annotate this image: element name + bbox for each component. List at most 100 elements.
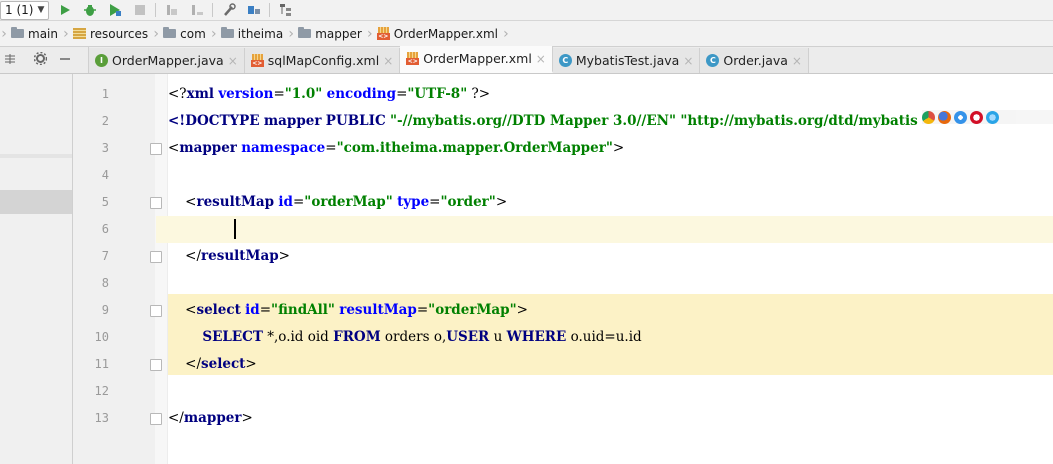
opera-icon[interactable] (970, 110, 983, 124)
debug-icon[interactable] (81, 1, 99, 19)
close-icon[interactable]: × (383, 54, 393, 68)
breadcrumb-item-main[interactable]: main (11, 21, 62, 46)
line-number: 10 (94, 330, 109, 344)
wrench-icon[interactable] (220, 1, 238, 19)
deploy-icon[interactable] (188, 1, 206, 19)
breadcrumb-separator: › (1, 25, 7, 42)
test-class-icon: C (558, 54, 572, 67)
main-toolbar: 1 (1) ▼ (0, 0, 1053, 21)
close-icon[interactable]: × (792, 54, 802, 68)
fold-toggle-icon[interactable] (150, 413, 162, 425)
structure-icon[interactable] (245, 1, 263, 19)
folder-icon (220, 27, 234, 38)
breadcrumb-separator: › (210, 25, 217, 42)
fold-gutter (155, 74, 168, 464)
code-line-11: </select> (185, 356, 257, 372)
breadcrumb-item-resources[interactable]: resources (72, 21, 152, 46)
text-cursor (234, 219, 236, 239)
line-number: 5 (101, 195, 109, 209)
close-icon[interactable]: × (536, 52, 546, 66)
chrome-icon[interactable] (922, 110, 935, 124)
code-line-13: </mapper> (168, 410, 253, 426)
toolbar-divider (269, 3, 271, 17)
fold-toggle-icon[interactable] (150, 143, 162, 155)
tab-mybatistest-java[interactable]: C MybatisTest.java × (552, 48, 701, 73)
close-icon[interactable]: × (683, 54, 693, 68)
breadcrumb-separator: › (63, 25, 69, 42)
breadcrumb-label: main (28, 26, 58, 41)
resources-folder-icon (72, 28, 86, 39)
line-number: 4 (101, 168, 109, 182)
xml-file-icon: <> (406, 52, 420, 65)
breadcrumb-separator: › (153, 25, 159, 42)
breadcrumb-label: mapper (315, 26, 362, 41)
folder-icon (298, 27, 312, 38)
line-number: 9 (101, 303, 109, 317)
code-line-9: <select id="findAll" resultMap="orderMap… (185, 302, 528, 318)
breadcrumb-item-com[interactable]: com (163, 21, 210, 46)
project-tree-row[interactable] (0, 154, 72, 158)
tab-label: OrderMapper.xml (423, 51, 532, 66)
code-line-10: SELECT *,o.id oid FROM orders o,USER u W… (202, 329, 642, 345)
project-panel (0, 74, 73, 464)
line-number: 11 (94, 357, 109, 371)
safari-icon[interactable] (954, 110, 967, 124)
fold-toggle-icon[interactable] (150, 251, 162, 263)
current-line-highlight (156, 216, 1053, 243)
tab-sqlmapconfig-xml[interactable]: <> sqlMapConfig.xml × (244, 48, 401, 73)
tab-label: OrderMapper.java (112, 53, 224, 68)
code-line-2: <!DOCTYPE mapper PUBLIC "-//mybatis.org/… (168, 113, 918, 129)
tab-ordermapper-xml[interactable]: <> OrderMapper.xml × (400, 46, 553, 73)
line-number: 7 (101, 249, 109, 263)
xml-file-icon: <> (250, 54, 264, 67)
breadcrumb-separator: › (366, 25, 373, 42)
editor-tabs-bar: I OrderMapper.java × <> sqlMapConfig.xml… (0, 46, 1053, 74)
project-panel-tools (0, 47, 89, 73)
tab-label: sqlMapConfig.xml (267, 53, 380, 68)
coverage-icon[interactable] (106, 1, 124, 19)
stop-icon[interactable] (131, 1, 149, 19)
fold-toggle-icon[interactable] (150, 305, 162, 317)
folder-icon (11, 27, 24, 38)
close-icon[interactable]: × (228, 54, 238, 68)
line-number: 12 (94, 384, 109, 398)
breadcrumb-item-ordermapper-xml[interactable]: <> OrderMapper.xml (376, 21, 502, 46)
run-config-select[interactable]: 1 (1) ▼ (0, 0, 50, 20)
tab-ordermapper-java[interactable]: I OrderMapper.java × (89, 48, 245, 73)
class-icon: C (706, 54, 720, 67)
chevron-down-icon: ▼ (37, 5, 45, 15)
build-icon[interactable] (163, 1, 181, 19)
code-line-1: <?xml version="1.0" encoding="UTF-8" ?> (168, 86, 491, 102)
breadcrumb: › main › resources › com › itheima › map… (0, 21, 1053, 47)
tab-order-java[interactable]: C Order.java × (700, 48, 809, 73)
line-number: 13 (94, 411, 109, 425)
breadcrumb-item-itheima[interactable]: itheima (220, 21, 287, 46)
breadcrumb-item-mapper[interactable]: mapper (298, 21, 366, 46)
toolbar-divider (155, 3, 157, 17)
line-number: 1 (101, 87, 109, 101)
fold-toggle-icon[interactable] (150, 197, 162, 209)
run-icon[interactable] (56, 1, 74, 19)
fold-toggle-icon[interactable] (150, 359, 162, 371)
tab-label: MybatisTest.java (575, 53, 680, 68)
code-line-7: </resultMap> (185, 248, 290, 264)
minimize-icon[interactable] (59, 53, 71, 68)
breadcrumb-separator: › (288, 25, 294, 42)
browser-preview-bar (922, 110, 1053, 124)
project-tree-selected-row[interactable] (0, 190, 72, 214)
tab-label: Order.java (723, 53, 788, 68)
firefox-icon[interactable] (938, 110, 951, 124)
breadcrumb-label: resources (89, 26, 149, 41)
breadcrumb-label: OrderMapper.xml (393, 26, 498, 41)
tree-icon[interactable] (277, 1, 295, 19)
breadcrumb-label: com (180, 26, 206, 41)
gear-icon[interactable] (33, 51, 48, 68)
ie-icon[interactable] (986, 110, 999, 124)
code-line-3: <mapper namespace="com.itheima.mapper.Or… (168, 140, 625, 156)
line-number: 3 (101, 141, 109, 155)
toolbar-divider (212, 3, 214, 17)
run-config-label: 1 (1) (5, 3, 34, 17)
split-icon[interactable] (4, 53, 16, 68)
breadcrumb-separator: › (503, 25, 509, 42)
breadcrumb-label: itheima (237, 26, 284, 41)
